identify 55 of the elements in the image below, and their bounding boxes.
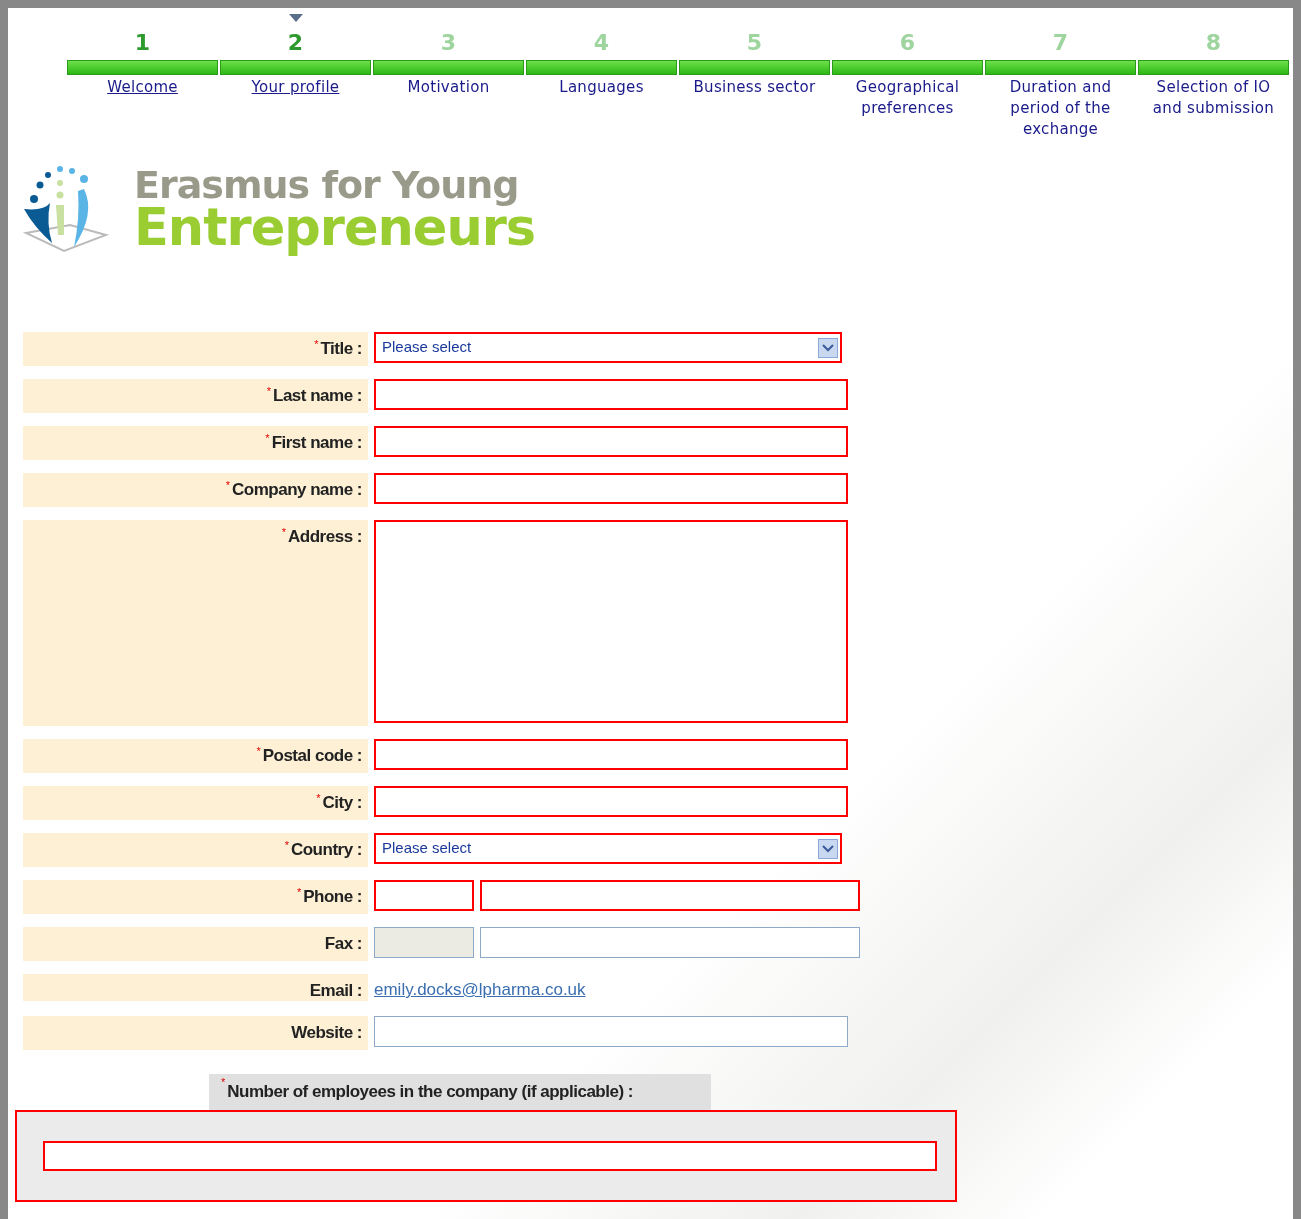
dropdown-field[interactable]: Please select	[374, 833, 842, 864]
step-link[interactable]: Welcome	[107, 77, 178, 98]
step-label: Motivation	[407, 77, 490, 98]
field-label: Email :	[309, 980, 362, 1002]
field-label: First name :	[271, 432, 362, 454]
step-label: Business sector	[693, 77, 816, 98]
step-number: 4	[593, 29, 610, 57]
number-field[interactable]	[480, 880, 860, 911]
number-field[interactable]	[480, 927, 860, 958]
required-asterisk: *	[265, 431, 270, 446]
step-label: Duration and period of the exchange	[1008, 77, 1113, 140]
field-label: Company name :	[232, 479, 362, 501]
section-label: Number of employees in the company (if applicable) :	[227, 1080, 633, 1103]
text-field[interactable]	[374, 786, 848, 817]
required-asterisk: *	[221, 1074, 226, 1090]
text-field[interactable]	[374, 473, 848, 504]
step-number: 8	[1205, 29, 1222, 57]
chevron-down-icon	[818, 337, 838, 358]
step-number: 3	[440, 29, 457, 57]
field-label: Fax :	[324, 933, 362, 955]
required-asterisk: *	[316, 791, 321, 806]
field-label: Postal code :	[262, 745, 362, 767]
field-label: Address :	[288, 526, 362, 548]
area-code-field[interactable]	[374, 880, 474, 911]
step-number: 7	[1052, 29, 1069, 57]
chevron-down-icon	[818, 838, 838, 859]
required-asterisk: *	[225, 478, 230, 493]
required-asterisk: *	[284, 838, 289, 853]
step-link[interactable]: Your profile	[251, 77, 340, 98]
required-asterisk: *	[296, 885, 302, 900]
email-link[interactable]: emily.docks@lpharma.co.uk	[374, 977, 586, 1003]
required-asterisk: *	[314, 337, 319, 352]
step-number: 5	[746, 29, 763, 57]
step-number: 1	[134, 29, 151, 57]
step-label: Selection of IO and submission	[1151, 77, 1276, 119]
field-label: Website :	[291, 1021, 362, 1044]
text-field[interactable]	[374, 426, 848, 457]
step-label: Languages	[559, 77, 644, 98]
step-number: 6	[899, 29, 916, 57]
text-field[interactable]	[374, 379, 848, 410]
employees-field[interactable]	[43, 1140, 937, 1171]
required-asterisk: *	[256, 744, 261, 759]
field-label: Title :	[320, 338, 362, 360]
address-field[interactable]	[374, 520, 848, 723]
field-label: Last name :	[273, 385, 362, 407]
field-label: City :	[322, 792, 362, 814]
text-field[interactable]	[374, 1015, 848, 1047]
step-number: 2	[287, 29, 304, 57]
step-label: Geographical preferences	[854, 77, 961, 119]
text-field[interactable]	[374, 739, 848, 770]
dropdown-field[interactable]: Please select	[374, 332, 842, 363]
field-label: Phone :	[303, 886, 362, 908]
required-asterisk: *	[281, 525, 287, 540]
field-label: Country :	[290, 839, 362, 861]
required-asterisk: *	[266, 384, 271, 399]
